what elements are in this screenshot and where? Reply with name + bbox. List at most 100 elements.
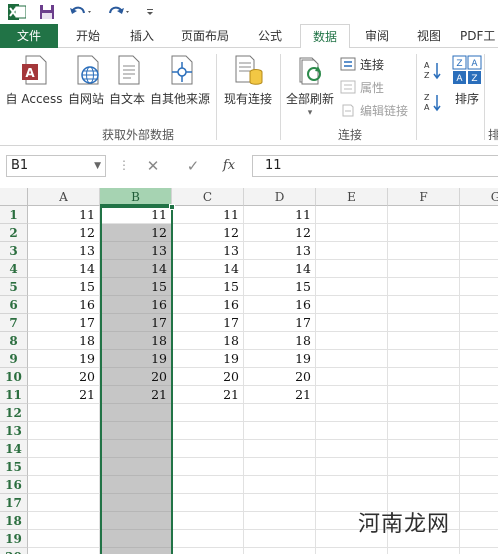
- cell-g15[interactable]: [460, 458, 498, 476]
- select-all-corner[interactable]: [0, 188, 28, 206]
- cell-f12[interactable]: [388, 404, 460, 422]
- column-header-c[interactable]: C: [172, 188, 244, 206]
- cell-c3[interactable]: 13: [172, 242, 244, 260]
- tab-review[interactable]: 审阅: [354, 24, 400, 48]
- cell-c4[interactable]: 14: [172, 260, 244, 278]
- cell-c20[interactable]: [172, 548, 244, 554]
- cell-g2[interactable]: [460, 224, 498, 242]
- cell-b9[interactable]: 19: [100, 350, 172, 368]
- cell-d4[interactable]: 14: [244, 260, 316, 278]
- column-header-g[interactable]: G: [460, 188, 498, 206]
- refresh-all-button[interactable]: 全部刷新 ▾: [284, 54, 336, 118]
- row-header[interactable]: 16: [0, 476, 28, 494]
- cell-c1[interactable]: 11: [172, 206, 244, 224]
- cell-d11[interactable]: 21: [244, 386, 316, 404]
- cell-c14[interactable]: [172, 440, 244, 458]
- cell-b6[interactable]: 16: [100, 296, 172, 314]
- cell-f13[interactable]: [388, 422, 460, 440]
- column-header-e[interactable]: E: [316, 188, 388, 206]
- tab-formulas[interactable]: 公式: [246, 24, 294, 48]
- cell-b10[interactable]: 20: [100, 368, 172, 386]
- column-header-b[interactable]: B: [100, 188, 172, 206]
- row-header[interactable]: 13: [0, 422, 28, 440]
- cell-g17[interactable]: [460, 494, 498, 512]
- properties-button[interactable]: 属性: [340, 77, 384, 97]
- from-text-button[interactable]: 自文本: [106, 54, 148, 118]
- cell-e14[interactable]: [316, 440, 388, 458]
- cell-f5[interactable]: [388, 278, 460, 296]
- cell-c9[interactable]: 19: [172, 350, 244, 368]
- cancel-icon[interactable]: ✕: [140, 155, 166, 177]
- cell-d16[interactable]: [244, 476, 316, 494]
- cell-f3[interactable]: [388, 242, 460, 260]
- cell-b12[interactable]: [100, 404, 172, 422]
- insert-function-icon[interactable]: fx: [216, 155, 242, 177]
- name-box-dropdown-icon[interactable]: ▼: [94, 156, 101, 176]
- tab-view[interactable]: 视图: [406, 24, 452, 48]
- cell-e2[interactable]: [316, 224, 388, 242]
- cell-g13[interactable]: [460, 422, 498, 440]
- cell-d20[interactable]: [244, 548, 316, 554]
- cell-g19[interactable]: [460, 530, 498, 548]
- cell-c6[interactable]: 16: [172, 296, 244, 314]
- from-web-button[interactable]: 自网站: [64, 54, 108, 118]
- cell-f10[interactable]: [388, 368, 460, 386]
- customize-toolbar-icon[interactable]: [142, 2, 158, 22]
- cell-e5[interactable]: [316, 278, 388, 296]
- cell-c17[interactable]: [172, 494, 244, 512]
- tab-home[interactable]: 开始: [64, 24, 112, 48]
- tab-pdf[interactable]: PDF工: [460, 24, 498, 48]
- cell-g1[interactable]: [460, 206, 498, 224]
- cell-d3[interactable]: 13: [244, 242, 316, 260]
- row-header[interactable]: 5: [0, 278, 28, 296]
- cell-a6[interactable]: 16: [28, 296, 100, 314]
- cell-b1[interactable]: 11: [100, 206, 172, 224]
- cell-b4[interactable]: 14: [100, 260, 172, 278]
- cell-e6[interactable]: [316, 296, 388, 314]
- cell-g16[interactable]: [460, 476, 498, 494]
- cell-a1[interactable]: 11: [28, 206, 100, 224]
- row-header[interactable]: 4: [0, 260, 28, 278]
- cell-c2[interactable]: 12: [172, 224, 244, 242]
- cell-g5[interactable]: [460, 278, 498, 296]
- from-other-sources-button[interactable]: 自其他来源: [148, 54, 212, 118]
- row-header[interactable]: 11: [0, 386, 28, 404]
- cell-b17[interactable]: [100, 494, 172, 512]
- cell-c5[interactable]: 15: [172, 278, 244, 296]
- cell-b15[interactable]: [100, 458, 172, 476]
- cell-a3[interactable]: 13: [28, 242, 100, 260]
- cell-d9[interactable]: 19: [244, 350, 316, 368]
- row-header[interactable]: 9: [0, 350, 28, 368]
- cell-f2[interactable]: [388, 224, 460, 242]
- cell-d13[interactable]: [244, 422, 316, 440]
- cell-g4[interactable]: [460, 260, 498, 278]
- cell-f9[interactable]: [388, 350, 460, 368]
- sort-button[interactable]: ZAAZ 排序: [448, 54, 486, 118]
- undo-icon[interactable]: [66, 2, 96, 22]
- cell-d14[interactable]: [244, 440, 316, 458]
- cell-d12[interactable]: [244, 404, 316, 422]
- cell-d15[interactable]: [244, 458, 316, 476]
- cell-d2[interactable]: 12: [244, 224, 316, 242]
- row-header[interactable]: 10: [0, 368, 28, 386]
- cell-d19[interactable]: [244, 530, 316, 548]
- row-header[interactable]: 8: [0, 332, 28, 350]
- cell-c11[interactable]: 21: [172, 386, 244, 404]
- cell-a14[interactable]: [28, 440, 100, 458]
- cell-g8[interactable]: [460, 332, 498, 350]
- cell-c16[interactable]: [172, 476, 244, 494]
- cell-f20[interactable]: [388, 548, 460, 554]
- cell-g14[interactable]: [460, 440, 498, 458]
- cell-a9[interactable]: 19: [28, 350, 100, 368]
- cell-b13[interactable]: [100, 422, 172, 440]
- cell-e1[interactable]: [316, 206, 388, 224]
- cell-d8[interactable]: 18: [244, 332, 316, 350]
- cell-a7[interactable]: 17: [28, 314, 100, 332]
- connections-button[interactable]: 连接: [340, 54, 384, 74]
- row-header[interactable]: 14: [0, 440, 28, 458]
- row-header[interactable]: 3: [0, 242, 28, 260]
- row-header[interactable]: 20: [0, 548, 28, 554]
- cell-c15[interactable]: [172, 458, 244, 476]
- cell-b2[interactable]: 12: [100, 224, 172, 242]
- enter-icon[interactable]: ✓: [180, 155, 206, 177]
